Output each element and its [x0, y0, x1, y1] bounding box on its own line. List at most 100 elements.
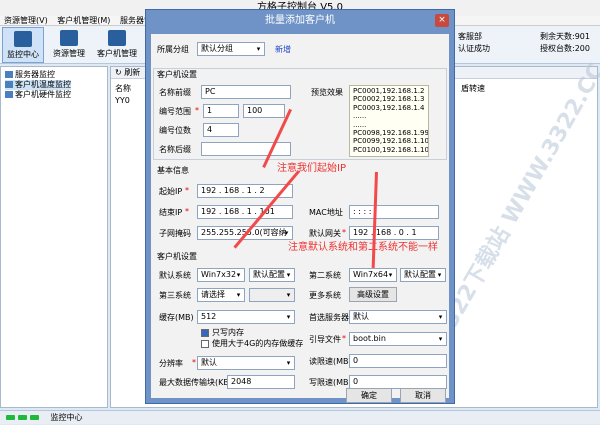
status-led-icon — [30, 415, 39, 420]
section-title: 客户机设置 — [157, 252, 197, 261]
chevron-down-icon: ▾ — [438, 335, 443, 343]
annotation-system: 注意默认系统和第二系统不能一样 — [288, 242, 438, 253]
second-config-select[interactable]: 默认配置 ▾ — [400, 268, 446, 282]
refresh-icon: ↻ — [115, 68, 125, 77]
name-prefix-label: 名称前缀 — [159, 88, 191, 97]
dept-label: 客服部 — [458, 32, 482, 41]
default-config-select[interactable]: 默认配置 ▾ — [249, 268, 295, 282]
preview-line: ...... — [353, 112, 367, 121]
range-from-input[interactable]: 1 — [203, 104, 239, 118]
mac-input[interactable]: : : : : : — [349, 205, 439, 219]
batch-add-dialog: 批量添加客户机 × 所属分组 默认分组 ▾ 新增 客户机设置 名称前缀 PC 编号… — [145, 9, 455, 404]
chevron-down-icon: ▾ — [286, 291, 291, 299]
menu-resource[interactable]: 资源管理(V) — [4, 16, 48, 25]
remaining-days: 剩余天数:901 — [540, 32, 590, 41]
boot-file-select[interactable]: boot.bin ▾ — [349, 332, 447, 346]
max-packet-input[interactable]: 2048 — [227, 375, 295, 389]
chevron-down-icon: ▾ — [236, 271, 241, 279]
menu-client[interactable]: 客户机管理(M) — [57, 16, 110, 25]
chevron-down-icon: ▾ — [438, 313, 443, 321]
preview-line: PC0100,192.168.1.101 — [353, 145, 429, 154]
group-select[interactable]: 默认分组 ▾ — [197, 42, 265, 56]
monitor-center-button[interactable]: 监控中心 — [2, 27, 44, 63]
gear-icon — [5, 91, 13, 98]
end-ip-label: 结束IP — [159, 208, 183, 217]
ok-button[interactable]: 确定 — [346, 388, 392, 403]
third-system-label: 第三系统 — [159, 291, 191, 300]
preview-line: PC0003,192.168.1.4 — [353, 103, 425, 112]
write-limit-label: 写限速(MB) — [309, 378, 352, 387]
end-ip-input[interactable]: 192 . 168 . 1 . 101 — [197, 205, 293, 219]
close-icon[interactable]: × — [435, 14, 449, 27]
required-mark: * — [342, 228, 346, 237]
default-os-select[interactable]: Win7x32 ▾ — [197, 268, 245, 282]
name-prefix-input[interactable]: PC — [201, 85, 291, 99]
cache-label: 缓存(MB) — [159, 313, 194, 322]
advanced-settings-button[interactable]: 高级设置 — [349, 287, 397, 302]
chevron-down-icon: ▾ — [388, 271, 393, 279]
section-title: 客户机设置 — [157, 70, 197, 79]
max-packet-label: 最大数据传输块(KB) — [159, 378, 232, 387]
write-memory-label: 只写内存 — [212, 328, 244, 337]
server-icon — [5, 71, 13, 78]
resource-manage-button[interactable]: 资源管理 — [48, 27, 90, 63]
preview-line: PC0002,192.168.1.3 — [353, 95, 425, 104]
second-system-label: 第二系统 — [309, 271, 341, 280]
cache-select[interactable]: 512 ▾ — [197, 310, 295, 324]
name-suffix-label: 名称后缀 — [159, 145, 191, 154]
range-to-input[interactable]: 100 — [243, 104, 285, 118]
chevron-down-icon: ▾ — [286, 313, 291, 321]
read-limit-input[interactable]: 0 — [349, 354, 447, 368]
preview-line: ...... — [353, 120, 367, 129]
preview-list: PC0001,192.168.1.2 PC0002,192.168.1.3 PC… — [349, 85, 429, 157]
required-mark: * — [185, 186, 189, 195]
cancel-button[interactable]: 取消 — [400, 388, 446, 403]
subnet-mask-label: 子网掩码 — [159, 229, 191, 238]
resolution-label: 分辨率 — [159, 359, 183, 368]
preview-label: 预览效果 — [311, 88, 343, 97]
licensed-seats: 授权台数:200 — [540, 44, 590, 53]
preview-line: PC0098,192.168.1.99 — [353, 129, 429, 138]
status-led-icon — [18, 415, 27, 420]
more-systems-label: 更多系统 — [309, 291, 341, 300]
third-os-select[interactable]: 请选择 ▾ — [197, 288, 245, 302]
status-bar: 监控中心 — [0, 410, 600, 424]
use-4g-label: 使用大于4G的内存做缓存 — [212, 339, 304, 348]
write-memory-checkbox[interactable] — [201, 329, 209, 337]
group-label: 所属分组 — [157, 45, 189, 54]
client-manage-button[interactable]: 客户机管理 — [94, 27, 140, 63]
section-title: 基本信息 — [157, 166, 189, 175]
auth-status: 认证成功 — [458, 44, 490, 53]
preferred-server-label: 首选服务器 — [309, 313, 349, 322]
col-fan-speed-header: 盾转速 — [461, 84, 485, 93]
resolution-select[interactable]: 默认 ▾ — [197, 356, 295, 370]
annotation-start-ip: 注意我们起始IP — [277, 163, 346, 174]
status-text: 监控中心 — [50, 413, 83, 422]
new-group-link[interactable]: 新增 — [275, 44, 291, 55]
monitor-icon — [14, 31, 32, 47]
preview-line: PC0099,192.168.1.100 — [353, 137, 429, 146]
dialog-title: 批量添加客户机 — [265, 15, 335, 26]
required-mark: * — [192, 358, 196, 367]
required-mark: * — [342, 334, 346, 343]
chevron-down-icon: ▾ — [236, 291, 241, 299]
digits-input[interactable]: 4 — [203, 123, 239, 137]
chevron-down-icon: ▾ — [256, 45, 261, 53]
chevron-down-icon: ▾ — [437, 271, 442, 279]
second-os-select[interactable]: Win7x64 ▾ — [349, 268, 397, 282]
use-4g-checkbox[interactable] — [201, 340, 209, 348]
name-suffix-input[interactable] — [201, 142, 291, 156]
server-icon — [108, 30, 126, 46]
write-limit-input[interactable]: 0 — [349, 375, 447, 389]
tree-item-hardware[interactable]: 客户机硬件监控 — [5, 90, 71, 100]
left-tree-panel: 服务器监控 客户机温度监控 客户机硬件监控 — [0, 66, 108, 408]
third-config-select[interactable]: ▾ — [249, 288, 295, 302]
thermometer-icon — [5, 81, 13, 88]
required-mark: * — [195, 106, 199, 115]
tree-item-temperature[interactable]: 客户机温度监控 — [5, 80, 71, 90]
status-led-icon — [6, 415, 15, 420]
table-row[interactable]: YY0 — [115, 95, 130, 106]
preferred-server-select[interactable]: 默认 ▾ — [349, 310, 447, 324]
required-mark: * — [185, 207, 189, 216]
tree-item-server-monitor[interactable]: 服务器监控 — [5, 70, 55, 80]
